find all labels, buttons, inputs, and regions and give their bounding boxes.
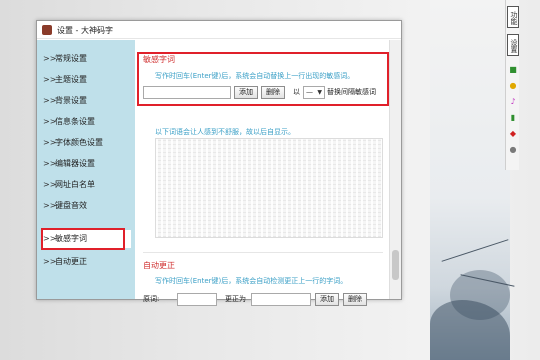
sidebar-item-label: 主题设置 bbox=[55, 75, 87, 84]
ink-branch bbox=[441, 239, 509, 262]
sidebar-item-label: 键盘音效 bbox=[55, 201, 87, 210]
sidebar-item-label: 网址白名单 bbox=[55, 180, 95, 189]
autocorrect-section-title: 自动更正 bbox=[143, 261, 175, 270]
badge-icon[interactable]: ◆ bbox=[509, 130, 517, 138]
sidebar-item-editor[interactable]: >> 编辑器设置 bbox=[43, 155, 131, 173]
autocorrect-hint: 写作时回车(Enter键)后，系统会自动检测更正上一行的字词。 bbox=[155, 277, 348, 285]
app-icon bbox=[42, 25, 52, 35]
original-word-input[interactable] bbox=[177, 293, 217, 306]
title-bar: 设置 - 大神码字 bbox=[37, 21, 401, 39]
original-word-label: 原词: bbox=[143, 295, 160, 303]
selection-highlight bbox=[41, 228, 125, 250]
bulb-icon[interactable]: ● bbox=[509, 82, 517, 90]
sidebar-item-label: 编辑器设置 bbox=[55, 159, 95, 168]
sidebar-item-keyboard-sound[interactable]: >> 键盘音效 bbox=[43, 197, 131, 215]
vertical-scrollbar[interactable] bbox=[389, 40, 401, 299]
chevron-right-icon: >> bbox=[43, 96, 57, 105]
chevron-right-icon: >> bbox=[43, 180, 57, 189]
music-icon[interactable]: ♪ bbox=[509, 98, 517, 106]
sidebar-item-url-whitelist[interactable]: >> 网址白名单 bbox=[43, 176, 131, 194]
pin-icon[interactable]: ● bbox=[509, 146, 517, 154]
sidebar-item-label: 信息条设置 bbox=[55, 117, 95, 126]
sidebar-item-general[interactable]: >> 常规设置 bbox=[43, 50, 131, 68]
sidebar-item-label: 自动更正 bbox=[55, 257, 87, 266]
sidebar-item-label: 字体颜色设置 bbox=[55, 138, 103, 147]
settings-button[interactable]: 设置 bbox=[507, 34, 519, 56]
sidebar-item-label: 背景设置 bbox=[55, 96, 87, 105]
chevron-right-icon: >> bbox=[43, 159, 57, 168]
sidebar-item-infobar[interactable]: >> 信息条设置 bbox=[43, 113, 131, 131]
right-side-toolbar: 功能 设置 ■ ● ♪ ▮ ◆ ● bbox=[505, 0, 519, 170]
chevron-right-icon: >> bbox=[43, 138, 57, 147]
sensitive-highlight-box bbox=[137, 52, 389, 106]
chevron-right-icon: >> bbox=[43, 201, 57, 210]
chevron-right-icon: >> bbox=[43, 75, 57, 84]
scrollbar-thumb[interactable] bbox=[392, 250, 399, 280]
replace-word-input[interactable] bbox=[251, 293, 311, 306]
chevron-right-icon: >> bbox=[43, 54, 57, 63]
function-button[interactable]: 功能 bbox=[507, 6, 519, 28]
chevron-right-icon: >> bbox=[43, 117, 57, 126]
chevron-right-icon: >> bbox=[43, 257, 57, 266]
sensitive-list-hint: 以下词语会让人感到不舒服，故以后自显示。 bbox=[155, 128, 295, 136]
sidebar-item-font-color[interactable]: >> 字体颜色设置 bbox=[43, 134, 131, 152]
book-icon[interactable]: ▮ bbox=[509, 114, 517, 122]
save-icon[interactable]: ■ bbox=[509, 66, 517, 74]
add-autocorrect-button[interactable]: 添加 bbox=[315, 293, 339, 306]
sensitive-word-list[interactable] bbox=[155, 138, 383, 238]
wallpaper-ink-painting bbox=[430, 0, 515, 360]
sidebar-item-theme[interactable]: >> 主题设置 bbox=[43, 71, 131, 89]
replace-word-label: 更正为 bbox=[225, 295, 246, 303]
section-divider bbox=[143, 252, 383, 253]
settings-sidebar: >> 常规设置 >> 主题设置 >> 背景设置 >> 信息条设置 >> 字体颜色设置 >>… bbox=[37, 40, 135, 299]
delete-autocorrect-button[interactable]: 删除 bbox=[343, 293, 367, 306]
sidebar-item-background[interactable]: >> 背景设置 bbox=[43, 92, 131, 110]
window-title: 设置 - 大神码字 bbox=[57, 26, 113, 35]
sidebar-item-label: 常规设置 bbox=[55, 54, 87, 63]
sidebar-item-autocorrect[interactable]: >> 自动更正 bbox=[43, 253, 131, 271]
